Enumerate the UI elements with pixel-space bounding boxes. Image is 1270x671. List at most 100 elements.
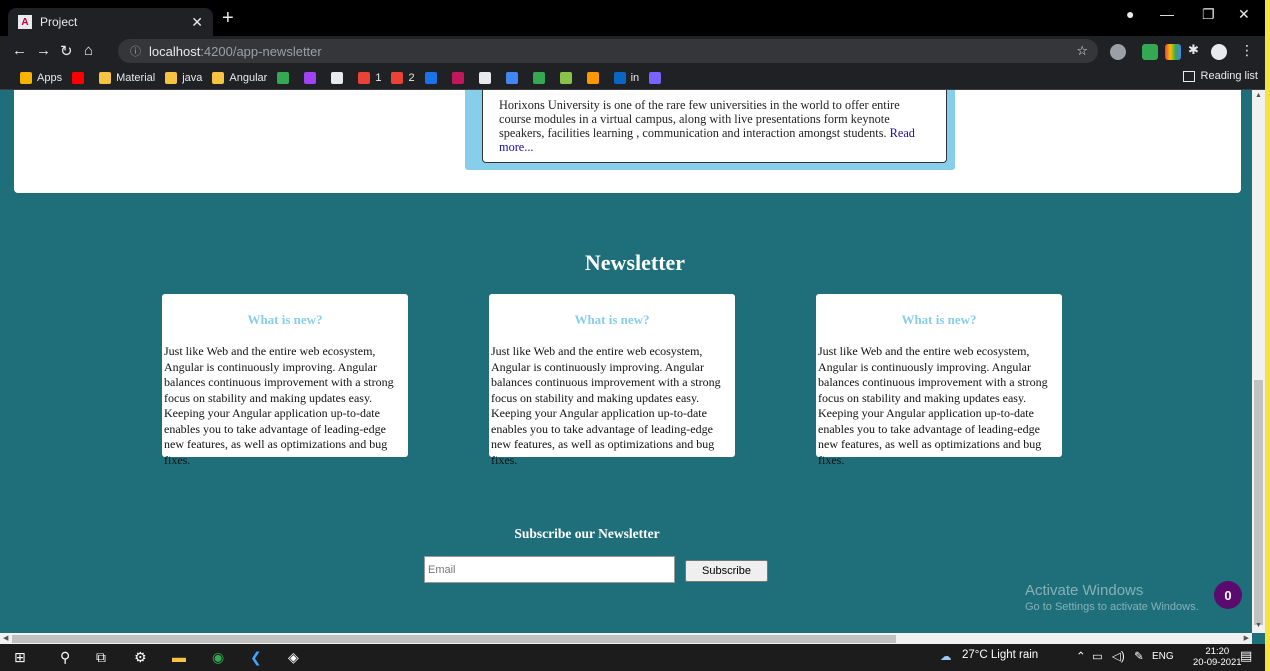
extension-icon[interactable] bbox=[1142, 44, 1158, 60]
bookmark-icon bbox=[358, 71, 371, 84]
url-bar[interactable]: ⓘ localhost :4200/app-newsletter ☆ bbox=[118, 39, 1098, 63]
angular-favicon-icon: A bbox=[18, 15, 32, 29]
tray-chevron-icon[interactable]: ⌃ bbox=[1076, 649, 1086, 663]
bookmark-item[interactable]: 1 bbox=[358, 71, 381, 84]
bookmark-item[interactable] bbox=[72, 71, 89, 84]
back-icon[interactable]: ← bbox=[12, 42, 27, 59]
notification-center-icon[interactable]: ▤ bbox=[1240, 648, 1252, 664]
bookmark-icon bbox=[451, 71, 464, 84]
extension-icon[interactable] bbox=[1110, 44, 1126, 60]
card-body: Just like Web and the entire web ecosyst… bbox=[818, 344, 1048, 467]
bookmark-item[interactable] bbox=[304, 71, 321, 84]
newsletter-card: What is new? Just like Web and the entir… bbox=[162, 294, 408, 467]
bookmark-icon bbox=[613, 71, 626, 84]
forward-icon[interactable]: → bbox=[36, 42, 51, 59]
weather-text[interactable]: 27°C Light rain bbox=[962, 649, 1038, 661]
card-body: Just like Web and the entire web ecosyst… bbox=[164, 344, 394, 467]
vertical-scroll-thumb[interactable] bbox=[1254, 380, 1263, 625]
bookmark-icon bbox=[505, 71, 518, 84]
file-explorer-icon[interactable]: ▬ bbox=[172, 649, 186, 665]
windows-start-icon[interactable]: ⊞ bbox=[14, 649, 26, 666]
email-input[interactable]: Email bbox=[424, 556, 675, 583]
newsletter-card: What is new? Just like Web and the entir… bbox=[816, 294, 1062, 467]
close-tab-icon[interactable]: ✕ bbox=[191, 14, 203, 31]
bookmark-item[interactable]: Material bbox=[99, 71, 155, 84]
clock[interactable]: 21:20 20-09-2021 bbox=[1193, 646, 1242, 668]
maximize-icon[interactable]: ❐ bbox=[1202, 6, 1215, 23]
bookmark-item[interactable] bbox=[451, 71, 469, 84]
network-icon[interactable]: ▭ bbox=[1092, 649, 1103, 663]
notification-badge[interactable]: 0 bbox=[1214, 581, 1242, 609]
browser-tab[interactable]: A Project ✕ bbox=[8, 8, 213, 36]
vertical-scrollbar[interactable]: ▲ ▼ bbox=[1252, 90, 1265, 633]
bookmark-item[interactable]: Angular bbox=[212, 71, 268, 84]
reading-list-icon bbox=[1182, 70, 1195, 82]
bookmark-icon bbox=[277, 71, 290, 84]
scroll-up-icon[interactable]: ▲ bbox=[1255, 92, 1262, 99]
bookmark-icon bbox=[212, 71, 225, 84]
reload-icon[interactable]: ↻ bbox=[60, 42, 73, 60]
bookmark-label: Apps bbox=[37, 71, 63, 84]
virtualbox-icon[interactable]: ◈ bbox=[288, 649, 299, 666]
bookmark-item[interactable] bbox=[559, 71, 577, 84]
search-icon[interactable]: ⚲ bbox=[60, 649, 70, 666]
bookmark-item[interactable]: java bbox=[165, 71, 202, 84]
home-icon[interactable]: ⌂ bbox=[84, 42, 93, 59]
card-body: Just like Web and the entire web ecosyst… bbox=[491, 344, 721, 467]
card-heading: What is new? bbox=[247, 312, 323, 327]
bookmark-item[interactable] bbox=[649, 71, 666, 84]
bookmark-icon bbox=[649, 71, 662, 84]
horizontal-scrollbar[interactable]: ◀ ▶ bbox=[0, 633, 1252, 644]
watermark-line1: Activate Windows bbox=[1025, 582, 1144, 599]
card-heading: What is new? bbox=[901, 312, 977, 327]
bookmark-item[interactable]: in bbox=[613, 71, 639, 84]
settings-gear-icon[interactable]: ⚙ bbox=[134, 649, 147, 666]
profile-icon[interactable]: ● bbox=[1126, 6, 1134, 22]
intro-text: Horixons University is one of the rare f… bbox=[499, 98, 900, 140]
watermark-line2: Go to Settings to activate Windows. bbox=[1025, 601, 1199, 613]
bookmark-item[interactable] bbox=[532, 71, 550, 84]
tab-title: Project bbox=[40, 15, 78, 29]
bookmark-icon bbox=[478, 71, 491, 84]
task-view-icon[interactable]: ⧉ bbox=[96, 649, 106, 666]
pen-icon[interactable]: ✎ bbox=[1134, 649, 1144, 663]
close-window-icon[interactable]: ✕ bbox=[1238, 6, 1250, 23]
scroll-down-icon[interactable]: ▼ bbox=[1255, 622, 1262, 629]
scroll-left-icon[interactable]: ◀ bbox=[3, 634, 8, 642]
bookmark-item[interactable]: 2 bbox=[391, 71, 415, 84]
screen: A Project ✕ + ● — ❐ ✕ ← → ↻ ⌂ ⓘ localhos… bbox=[0, 0, 1270, 671]
browser-titlebar: A Project ✕ + ● — ❐ ✕ bbox=[0, 0, 1270, 36]
scroll-right-icon[interactable]: ▶ bbox=[1244, 634, 1249, 642]
language-indicator[interactable]: ENG bbox=[1152, 651, 1174, 662]
bookmark-item[interactable] bbox=[505, 71, 523, 84]
bookmark-icon bbox=[304, 71, 317, 84]
reading-list-button[interactable]: Reading list bbox=[1182, 70, 1258, 82]
chrome-icon[interactable]: ◉ bbox=[212, 649, 224, 666]
bookmark-item[interactable]: Apps bbox=[20, 71, 63, 84]
newsletter-card: What is new? Just like Web and the entir… bbox=[489, 294, 735, 467]
clock-time: 21:20 bbox=[1205, 646, 1230, 657]
extension-icon[interactable] bbox=[1165, 44, 1181, 60]
reading-list-label: Reading list bbox=[1200, 70, 1258, 82]
bookmark-label: Angular bbox=[229, 71, 268, 84]
subscribe-button[interactable]: Subscribe bbox=[685, 560, 768, 582]
new-tab-button[interactable]: + bbox=[222, 7, 234, 30]
window-edge bbox=[1265, 0, 1270, 671]
bookmark-item[interactable] bbox=[277, 71, 294, 84]
bookmark-item[interactable] bbox=[478, 71, 496, 84]
subscribe-title: Subscribe our Newsletter bbox=[514, 526, 660, 541]
clock-date: 20-09-2021 bbox=[1193, 657, 1242, 668]
bookmark-item[interactable] bbox=[586, 71, 604, 84]
bookmark-item[interactable] bbox=[331, 71, 348, 84]
horizontal-scroll-thumb[interactable] bbox=[12, 635, 896, 643]
extensions-puzzle-icon[interactable]: ✱ bbox=[1188, 42, 1204, 58]
minimize-icon[interactable]: — bbox=[1160, 6, 1174, 22]
bookmark-star-icon[interactable]: ☆ bbox=[1076, 43, 1088, 59]
profile-avatar[interactable] bbox=[1211, 44, 1227, 60]
menu-kebab-icon[interactable]: ⋮ bbox=[1240, 42, 1256, 58]
bookmarks-bar: Apps Material java Angular 1 2 in bbox=[0, 66, 1270, 90]
info-icon[interactable]: ⓘ bbox=[130, 43, 141, 59]
vscode-icon[interactable]: ❮ bbox=[250, 649, 262, 666]
volume-icon[interactable]: ◁) bbox=[1112, 649, 1125, 663]
bookmark-item[interactable] bbox=[424, 71, 442, 84]
